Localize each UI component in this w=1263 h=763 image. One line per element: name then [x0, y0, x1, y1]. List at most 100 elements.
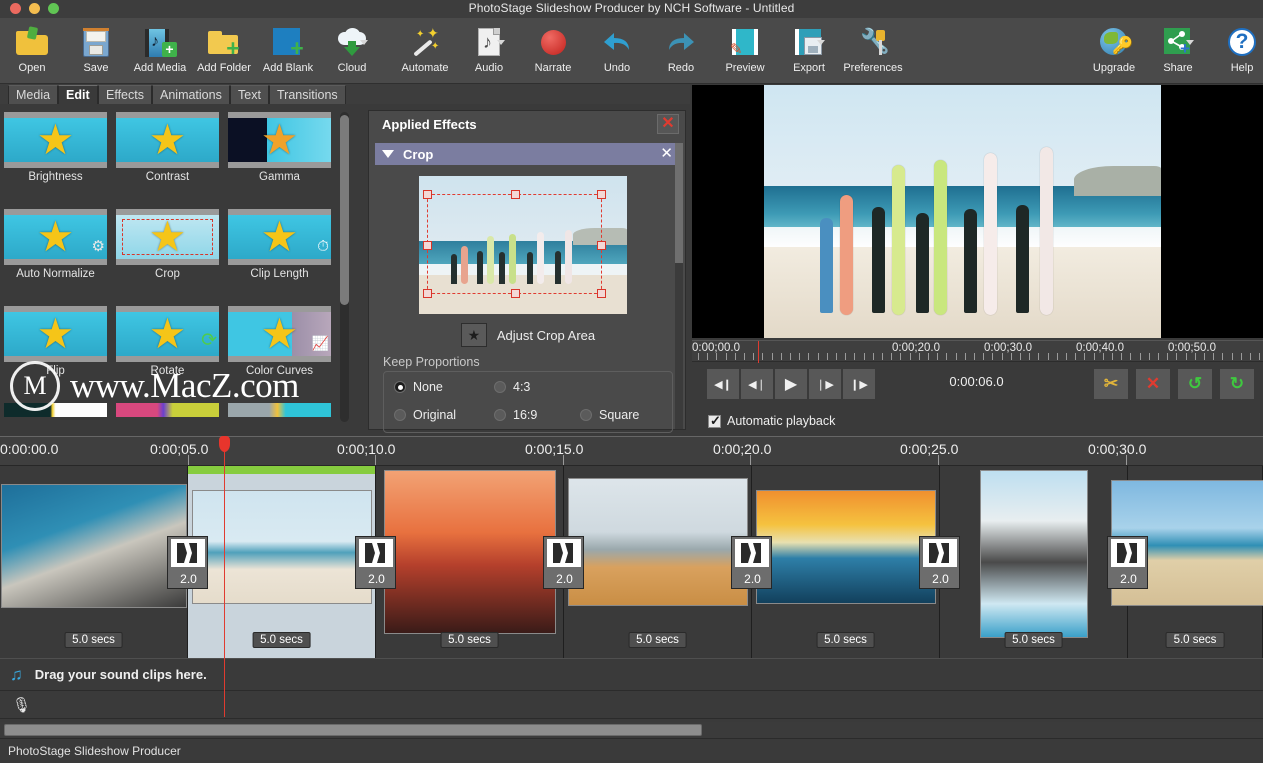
close-icon[interactable]: ✕: [657, 114, 679, 134]
radio-indicator[interactable]: [494, 381, 506, 393]
toolbar-button-add-folder[interactable]: + Add Folder: [192, 18, 256, 84]
transition-marker[interactable]: 2.0: [355, 536, 396, 589]
transition-marker[interactable]: 2.0: [1107, 536, 1148, 589]
effect-thumbnail-partial[interactable]: [4, 403, 107, 417]
radio-indicator[interactable]: [394, 409, 406, 421]
effect-auto-normalize[interactable]: ★ ⚙ Auto Normalize: [4, 209, 107, 280]
tab-effects[interactable]: Effects: [98, 85, 152, 104]
radio-indicator[interactable]: [494, 409, 506, 421]
toolbar-button-cloud[interactable]: Cloud: [320, 18, 384, 84]
effect-thumbnail-partial[interactable]: [228, 403, 331, 417]
toolbar-button-add-media[interactable]: ♪ + Add Media: [128, 18, 192, 84]
timeline-clip[interactable]: 5.0 secs: [188, 466, 376, 658]
crop-handle-w[interactable]: [423, 241, 432, 250]
rotate-left-button[interactable]: ↺: [1177, 368, 1213, 400]
crop-handle-nw[interactable]: [423, 190, 432, 199]
chevron-down-icon[interactable]: [497, 40, 505, 45]
timeline-playhead[interactable]: [219, 436, 230, 717]
timeline-clip[interactable]: 5.0 secs: [376, 466, 564, 658]
toolbar-button-narrate[interactable]: Narrate: [521, 18, 585, 84]
timeline-scrollbar-thumb[interactable]: [4, 724, 702, 736]
effect-thumbnail-partial[interactable]: [116, 403, 219, 417]
audio-track[interactable]: ♫ Drag your sound clips here.: [0, 658, 1263, 691]
applied-effects-scrollbar[interactable]: [675, 143, 683, 429]
clip-thumbnail[interactable]: [383, 470, 556, 634]
timeline-clip[interactable]: 5.0 secs: [752, 466, 940, 658]
chevron-down-icon[interactable]: [817, 40, 825, 45]
chevron-down-icon[interactable]: [360, 40, 368, 45]
narration-track[interactable]: 🎙: [0, 691, 1263, 719]
radio-4-3[interactable]: 4:3: [494, 380, 530, 394]
timeline-clip[interactable]: 5.0 secs: [1111, 466, 1263, 658]
checkbox-icon[interactable]: [708, 413, 721, 429]
automatic-playback-toggle[interactable]: Automatic playback: [708, 413, 835, 429]
clip-thumbnail[interactable]: [0, 484, 187, 608]
timeline-track[interactable]: 5.0 secs 5.0 secs 5.0 secs 5.0 secs 5.0 secs…: [0, 466, 1263, 658]
tab-text[interactable]: Text: [230, 85, 269, 104]
radio-none[interactable]: None: [394, 380, 443, 394]
radio-16-9[interactable]: 16:9: [494, 408, 537, 422]
toolbar-button-audio[interactable]: ♪ Audio: [457, 18, 521, 84]
effect-color-curves[interactable]: ★ 📈 Color Curves: [228, 306, 331, 377]
tab-media[interactable]: Media: [8, 85, 59, 104]
radio-indicator[interactable]: [580, 409, 592, 421]
crop-preview-image[interactable]: [419, 176, 627, 314]
crop-effect-header[interactable]: Crop ✕: [375, 143, 681, 165]
effect-clip-length[interactable]: ★ ⏱ Clip Length: [228, 209, 331, 280]
effect-rotate[interactable]: ★ ⟳ Rotate: [116, 306, 219, 377]
toolbar-button-redo[interactable]: Redo: [649, 18, 713, 84]
toolbar-button-share[interactable]: + Share: [1146, 18, 1210, 84]
transition-marker[interactable]: 2.0: [543, 536, 584, 589]
crop-handle-ne[interactable]: [597, 190, 606, 199]
effect-brightness[interactable]: ★ Brightness: [4, 112, 107, 183]
preview-scrubber[interactable]: 0:00;00.0 0:00;20.0 0:00;30.0 0:00;40.0 0:00…: [692, 340, 1263, 363]
preview-image[interactable]: [764, 85, 1161, 338]
effect-gamma[interactable]: ★ Gamma: [228, 112, 331, 183]
toolbar-button-automate[interactable]: ✦ ✦ ✦ Automate: [393, 18, 457, 84]
timeline-ruler[interactable]: 0:00:00.0 0:00;05.0 0:00;10.0 0:00;15.0 0:00…: [0, 436, 1263, 466]
crop-selection-rect[interactable]: [423, 190, 606, 298]
split-clip-button[interactable]: ✂: [1093, 368, 1129, 400]
crop-handle-s[interactable]: [511, 289, 520, 298]
timeline-horizontal-scrollbar[interactable]: [0, 722, 1263, 738]
toolbar-button-help[interactable]: ? Help: [1210, 18, 1263, 84]
applied-effects-scrollbar-thumb[interactable]: [675, 143, 683, 263]
scrubber-playhead[interactable]: [758, 341, 759, 363]
close-icon[interactable]: ✕: [660, 144, 673, 162]
crop-handle-n[interactable]: [511, 190, 520, 199]
clip-thumbnail[interactable]: [755, 490, 936, 604]
radio-square[interactable]: Square: [580, 408, 639, 422]
playhead-knob[interactable]: [219, 436, 230, 452]
effects-scrollbar[interactable]: [340, 112, 349, 422]
crop-handle-sw[interactable]: [423, 289, 432, 298]
transition-marker[interactable]: 2.0: [919, 536, 960, 589]
toolbar-button-preferences[interactable]: 🔧 Preferences: [841, 18, 905, 84]
radio-original[interactable]: Original: [394, 408, 456, 422]
transition-marker[interactable]: 2.0: [731, 536, 772, 589]
toolbar-button-undo[interactable]: Undo: [585, 18, 649, 84]
toolbar-button-upgrade[interactable]: 🔑 Upgrade: [1082, 18, 1146, 84]
toolbar-button-add-blank[interactable]: + Add Blank: [256, 18, 320, 84]
tab-transitions[interactable]: Transitions: [269, 85, 346, 104]
toolbar-button-export[interactable]: Export: [777, 18, 841, 84]
transition-marker[interactable]: 2.0: [167, 536, 208, 589]
adjust-crop-area-label[interactable]: Adjust Crop Area: [497, 328, 595, 343]
crop-handle-e[interactable]: [597, 241, 606, 250]
clip-thumbnail[interactable]: [191, 490, 372, 604]
tab-edit[interactable]: Edit: [58, 85, 98, 104]
radio-indicator[interactable]: [394, 381, 406, 393]
timeline-clip[interactable]: 5.0 secs: [0, 466, 188, 658]
tab-animations[interactable]: Animations: [152, 85, 230, 104]
effect-flip[interactable]: ★ Flip: [4, 306, 107, 377]
star-icon[interactable]: ★: [460, 323, 487, 347]
clip-thumbnail[interactable]: [979, 470, 1088, 638]
chevron-down-icon[interactable]: [1186, 40, 1194, 45]
effects-scrollbar-thumb[interactable]: [340, 115, 349, 305]
delete-clip-button[interactable]: ✕: [1135, 368, 1171, 400]
crop-handle-se[interactable]: [597, 289, 606, 298]
effect-contrast[interactable]: ★ Contrast: [116, 112, 219, 183]
triangle-down-icon[interactable]: [382, 150, 394, 158]
rotate-right-button[interactable]: ↻: [1219, 368, 1255, 400]
toolbar-button-preview[interactable]: ✎ Preview: [713, 18, 777, 84]
timeline-clip[interactable]: 5.0 secs: [940, 466, 1128, 658]
